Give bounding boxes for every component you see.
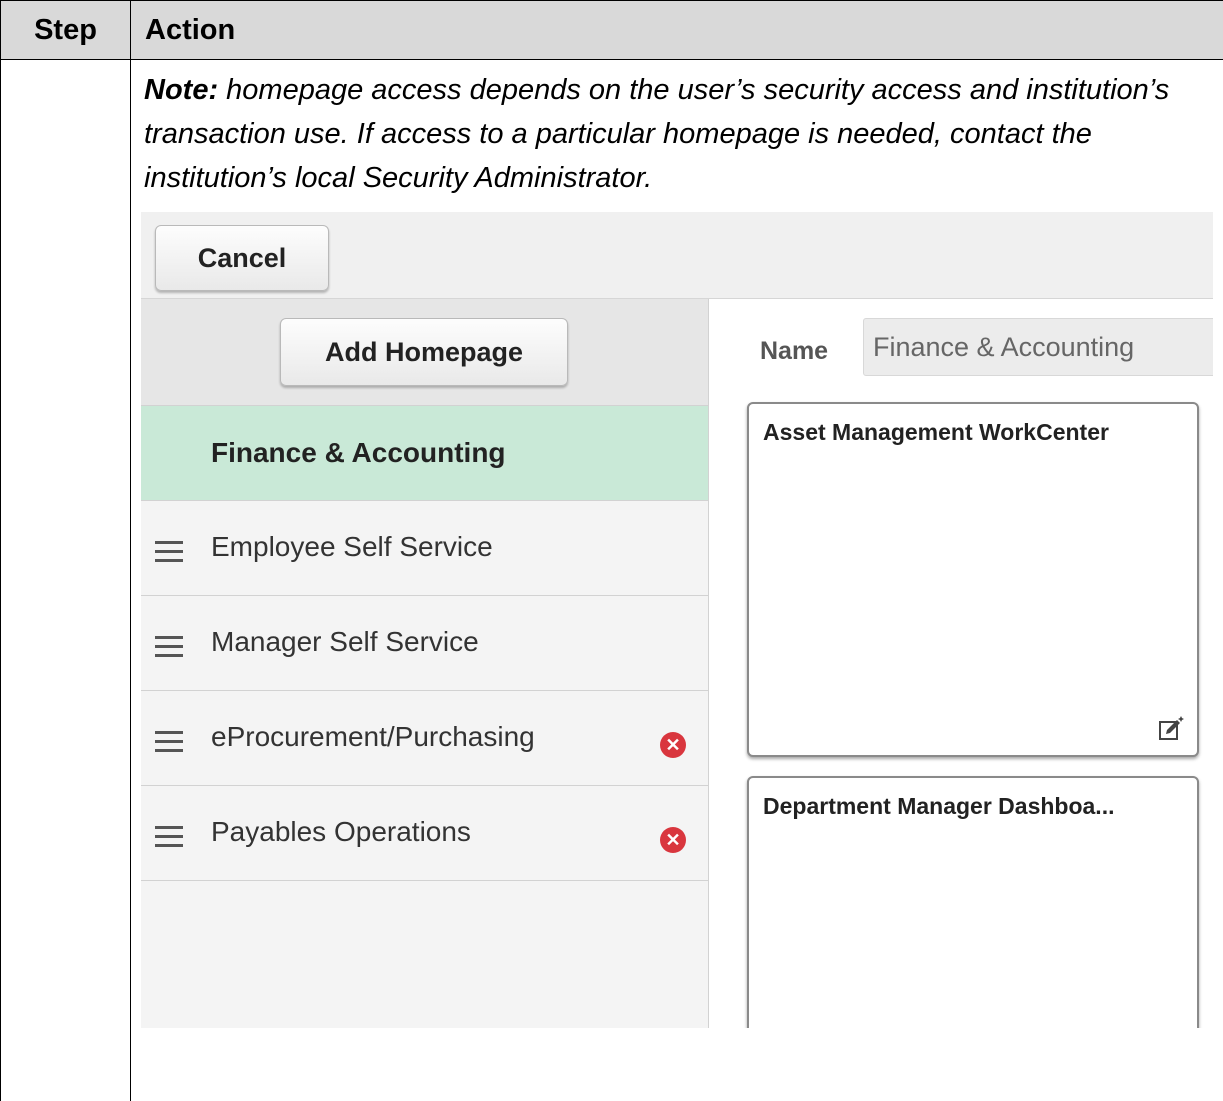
homepage-item-label: Payables Operations <box>211 816 471 847</box>
homepage-item-label: Employee Self Service <box>211 531 493 562</box>
homepage-detail-panel: Name Asset Management WorkCenter Departm… <box>709 299 1213 1028</box>
homepage-item[interactable]: Employee Self Service <box>141 501 708 596</box>
remove-icon[interactable]: ✕ <box>660 732 686 758</box>
note-label: Note: <box>144 74 219 106</box>
name-field[interactable] <box>863 318 1213 376</box>
remove-icon[interactable]: ✕ <box>660 827 686 853</box>
tile-title: Asset Management WorkCenter <box>763 419 1109 445</box>
note-text: homepage access depends on the user’s se… <box>144 74 1170 194</box>
homepage-item-label: Finance & Accounting <box>211 437 506 468</box>
note-paragraph: Note: homepage access depends on the use… <box>144 68 1207 200</box>
cancel-button[interactable]: Cancel <box>155 225 329 291</box>
hamburger-icon[interactable] <box>155 731 183 753</box>
edit-icon[interactable] <box>1157 715 1185 743</box>
add-homepage-button[interactable]: Add Homepage <box>280 318 568 386</box>
hamburger-icon[interactable] <box>155 541 183 563</box>
homepage-item[interactable]: eProcurement/Purchasing ✕ <box>141 691 708 786</box>
homepage-item-label: eProcurement/Purchasing <box>211 721 535 752</box>
add-homepage-area: Add Homepage <box>141 299 708 406</box>
action-column-header: Action <box>130 0 1223 60</box>
homepage-item[interactable]: Manager Self Service <box>141 596 708 691</box>
toolbar: Cancel <box>141 212 1213 299</box>
tile-department-manager-dashboard[interactable]: Department Manager Dashboa... <box>747 776 1199 1028</box>
tile-title: Department Manager Dashboa... <box>763 793 1115 819</box>
homepage-item[interactable]: Payables Operations ✕ <box>141 786 708 881</box>
step-cell <box>0 59 131 1101</box>
name-label: Name <box>760 337 829 365</box>
hamburger-icon[interactable] <box>155 636 183 658</box>
homepage-item[interactable]: Finance & Accounting <box>141 406 708 501</box>
personalize-homepage-screenshot: Cancel Add Homepage Finance & Accounting… <box>141 212 1213 1028</box>
step-column-header: Step <box>0 0 131 60</box>
hamburger-icon[interactable] <box>155 826 183 848</box>
homepage-item-label: Manager Self Service <box>211 626 479 657</box>
tile-asset-management[interactable]: Asset Management WorkCenter <box>747 402 1199 757</box>
homepage-list-panel: Add Homepage Finance & Accounting Employe… <box>141 299 709 1028</box>
